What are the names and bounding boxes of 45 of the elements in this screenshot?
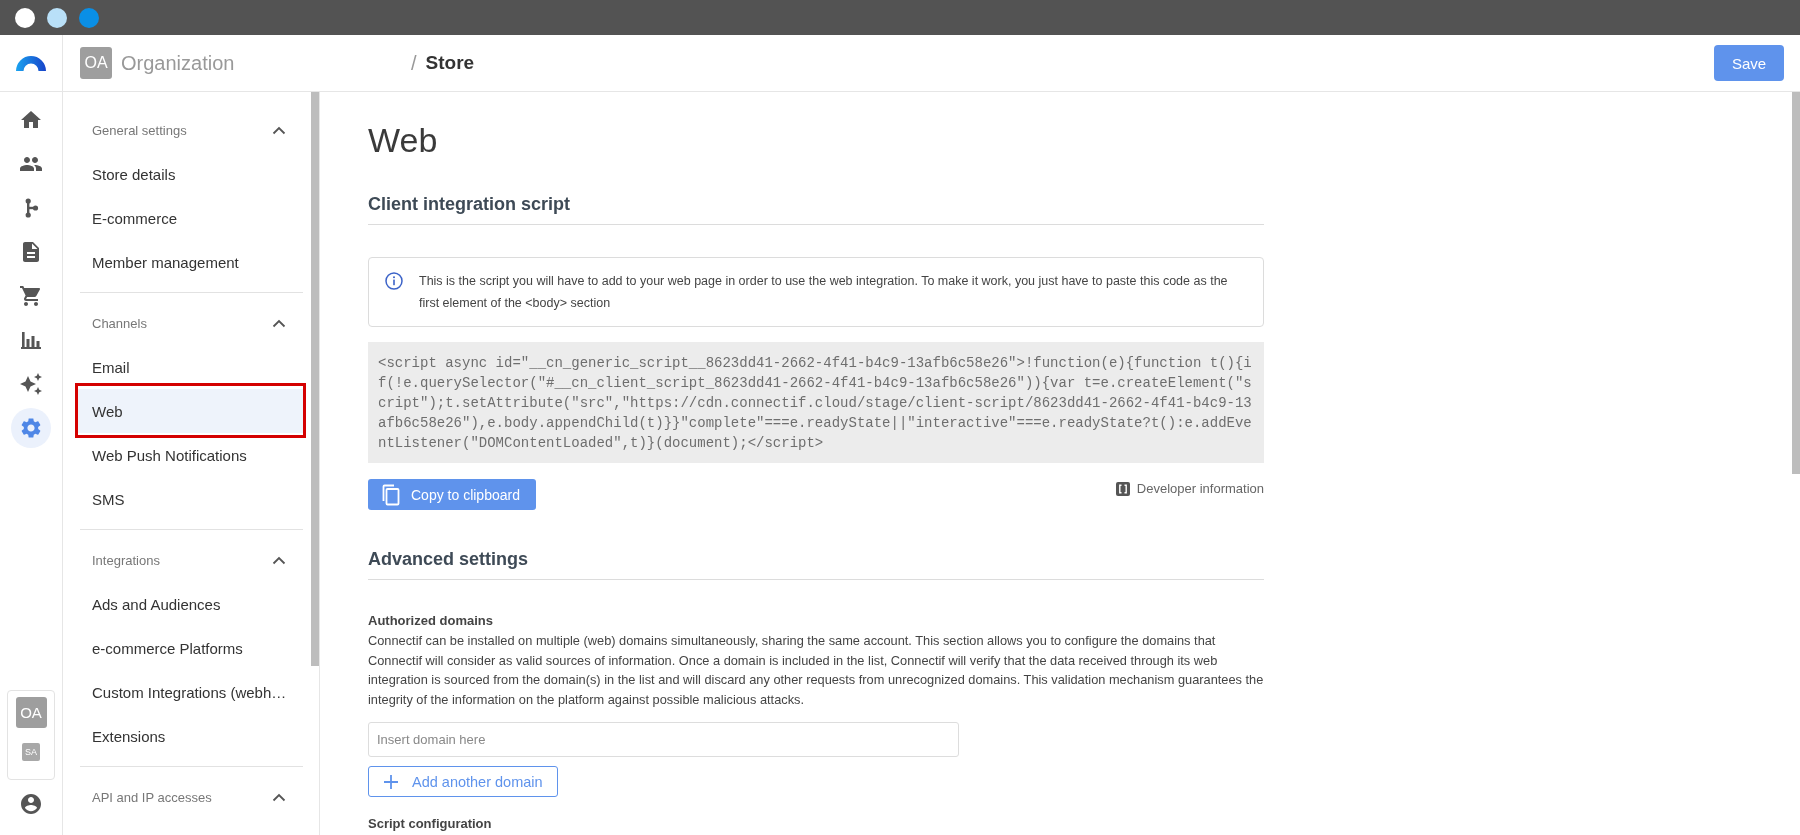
organization-avatar: OA (15, 697, 47, 728)
scrollbar-thumb[interactable] (1792, 92, 1800, 474)
account-button[interactable] (19, 792, 43, 816)
info-text: This is the script you will have to add to your web page in order to use the web integration. To make it work, you just have to paste this code as the first element of the <body> section (419, 273, 1229, 312)
settings-button[interactable] (11, 408, 51, 448)
developer-info-link[interactable]: Developer information (1115, 479, 1264, 499)
code-block: <script async id="__cn_generic_script__8623dd41-2662-4f41-b4c9-13afb6c58e26">!function(e){function t(){if(!e.querySelector("#__cn_client_script_8623dd41-2662-4f41-b4c9-13afb6c58e26")){var t=e.createElement("script");t.setAttribute("src","https://cdn.connectif.cloud/stage/client-script/8623dd41-2662-4f41-b4c9-13afb6c58e26"),e.body.appendChild(t)}}"complete"===e.readyState||"interactive"===e.readyState?t():e.addEventListener("DOMContentLoaded",t)}(document);</script> (368, 342, 1264, 463)
sparkle-icon (19, 372, 43, 396)
description-text: Connectif can be installed on multiple (web) domains simultaneously, sharing the same account. This section allows you to configure the domains that Connectif will consider as valid sources of information. Once a domain is included in the list, Connectif will verify that the data received through its web integration is sourced from the domain(s) in the list and will discard any other requests from unrecognized domains. This validation mechanism guarantees the integrity of the information on the platform against possible malicious attacks. (368, 632, 1264, 709)
breadcrumb-current: Store (425, 52, 475, 74)
sidebar-item[interactable]: Web (78, 389, 303, 433)
plus-icon (383, 773, 399, 790)
sidebar-item[interactable]: Ads and Audiences (78, 582, 303, 626)
sidebar-item[interactable]: e-commerce Platforms (78, 626, 303, 670)
info-icon (385, 272, 403, 290)
window-control-icon[interactable] (15, 7, 35, 28)
domain-input[interactable]: Insert domain here (368, 722, 959, 757)
sidebar-item[interactable]: Web Push Notifications (78, 433, 303, 477)
sidebar-item[interactable]: Extensions (78, 714, 303, 758)
settings-icon (19, 416, 43, 440)
section-header[interactable]: Channels (78, 301, 303, 345)
field-label: Script configuration (368, 815, 493, 832)
section-heading: Advanced settings (368, 547, 1264, 580)
sidebar-item[interactable]: Email (78, 345, 303, 389)
window-control-icon[interactable] (47, 7, 67, 28)
organization-avatar: OA (80, 47, 112, 79)
copy-icon (380, 483, 400, 506)
brackets-icon (1115, 482, 1130, 496)
sidebar-item[interactable]: Store details (78, 152, 303, 196)
cart-icon (19, 284, 43, 308)
breadcrumb-separator: / (411, 51, 417, 75)
sidebar-item[interactable]: SMS (78, 477, 303, 521)
user-avatar: SA (22, 743, 40, 761)
page-title: Web (368, 120, 439, 160)
scrollbar-thumb[interactable] (311, 92, 319, 666)
logo-icon (16, 55, 46, 71)
sidebar-item[interactable]: E-commerce (78, 196, 303, 240)
field-label: Authorized domains (368, 612, 494, 630)
sidebar-item[interactable]: Custom Integrations (webh… (78, 670, 303, 714)
sidebar-item[interactable]: Member management (78, 240, 303, 284)
section-header[interactable]: General settings (78, 108, 303, 152)
section-header[interactable]: Integrations (78, 538, 303, 582)
section-header[interactable]: API and IP accesses (78, 775, 303, 819)
account-icon (19, 792, 43, 816)
section-heading: Client integration script (368, 192, 1264, 225)
